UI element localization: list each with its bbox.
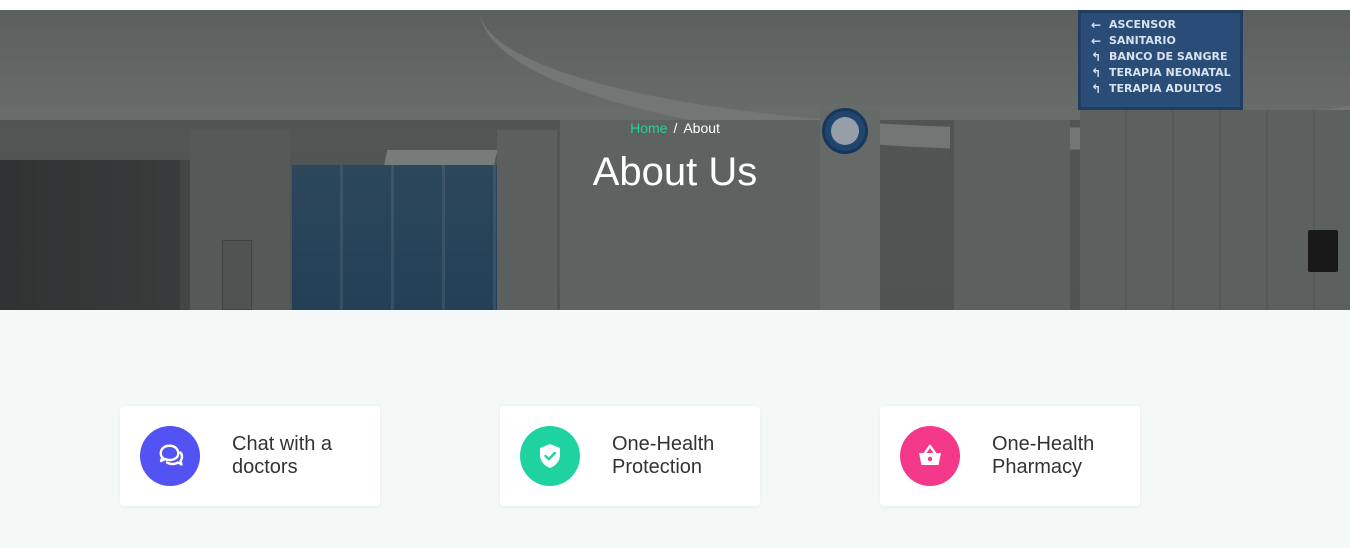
feature-label: One-Health Pharmacy [992,433,1095,478]
feature-card-pharmacy[interactable]: One-Health Pharmacy [880,406,1140,506]
sign-line: ← ASCENSOR [1089,17,1232,33]
sign-line: ↰ TERAPIA ADULTOS [1089,81,1232,97]
page-title: About Us [592,150,758,194]
breadcrumb-separator: / [673,120,678,136]
feature-label: One-Health Protection [612,433,715,478]
shopping-basket-icon [900,426,960,486]
features-section: Chat with a doctors One-Health Protectio… [0,310,1350,548]
shield-check-icon [520,426,580,486]
hero-direction-sign: ← ASCENSOR ← SANITARIO ↰ BANCO DE SANGRE… [1078,10,1243,110]
sign-arrow-icon: ← [1090,34,1102,48]
sign-line-text: SANITARIO [1109,34,1176,47]
breadcrumb-home-link[interactable]: Home [630,120,667,136]
sign-arrow-icon: ↰ [1090,50,1102,64]
sign-arrow-icon: ↰ [1090,66,1102,80]
breadcrumb-current: About [683,120,720,136]
sign-arrow-icon: ↰ [1090,82,1102,96]
feature-card-chat[interactable]: Chat with a doctors [120,406,380,506]
feature-card-protection[interactable]: One-Health Protection [500,406,760,506]
sign-line: ↰ TERAPIA NEONATAL [1089,65,1232,81]
chat-bubbles-icon [140,426,200,486]
sign-arrow-icon: ← [1090,18,1102,32]
sign-line-text: BANCO DE SANGRE [1109,50,1228,63]
sign-line-text: TERAPIA NEONATAL [1109,66,1231,79]
feature-label: Chat with a doctors [232,433,333,478]
breadcrumb: Home / About [0,120,1350,136]
sign-line: ↰ BANCO DE SANGRE [1089,49,1232,65]
hero-banner: ← ASCENSOR ← SANITARIO ↰ BANCO DE SANGRE… [0,10,1350,310]
sign-line-text: ASCENSOR [1109,18,1176,31]
sign-line: ← SANITARIO [1089,33,1232,49]
sign-line-text: TERAPIA ADULTOS [1109,82,1223,95]
